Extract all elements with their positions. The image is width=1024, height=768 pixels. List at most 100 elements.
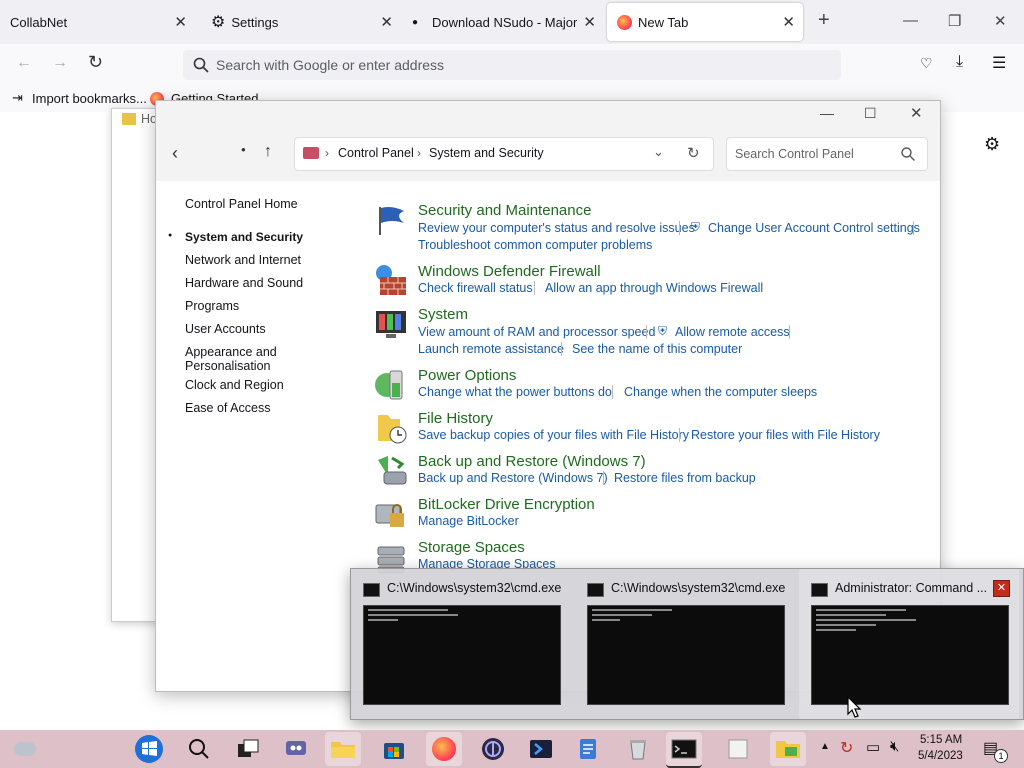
category-link[interactable]: See the name of this computer (572, 342, 742, 356)
weather-icon[interactable] (14, 742, 36, 756)
close-tab-icon[interactable]: ✕ (380, 13, 393, 31)
category-title[interactable]: BitLocker Drive Encryption (418, 496, 595, 513)
taskbar-cmd[interactable] (666, 732, 702, 768)
sidebar-item-control-panel-home[interactable]: Control Panel Home (185, 197, 298, 211)
close-tab-icon[interactable]: ✕ (174, 13, 187, 31)
browser-tab-bar: CollabNet ✕ ⚙ Settings ✕ ● Download NSud… (0, 0, 1024, 44)
search-icon[interactable] (901, 147, 915, 161)
category-link[interactable]: Allow remote access (675, 325, 790, 339)
taskbar-notepad[interactable] (570, 732, 606, 766)
search-button[interactable] (181, 732, 217, 766)
cmd-window-thumbnail[interactable]: C:\Windows\system32\cmd.exe (351, 569, 571, 719)
refresh-icon[interactable]: ↻ (687, 144, 700, 162)
task-view-icon (238, 739, 259, 757)
close-window-icon[interactable]: ✕ (910, 104, 923, 122)
category-link[interactable]: Troubleshoot common computer problems (418, 238, 652, 252)
close-window-icon[interactable]: ✕ (994, 12, 1007, 30)
category-link[interactable]: Restore your files with File History (691, 428, 880, 442)
cmd-icon (363, 583, 380, 597)
taskbar-firefox[interactable] (426, 732, 462, 766)
cmd-window-thumbnail[interactable]: C:\Windows\system32\cmd.exe (575, 569, 795, 719)
category-title[interactable]: Back up and Restore (Windows 7) (418, 453, 646, 470)
minimize-icon[interactable]: — (903, 12, 918, 29)
firewall-icon (376, 265, 406, 295)
category-title[interactable]: Storage Spaces (418, 539, 525, 556)
category-title[interactable]: Security and Maintenance (418, 202, 591, 219)
category-link[interactable]: Review your computer's status and resolv… (418, 221, 695, 235)
category-link[interactable]: Launch remote assistance (418, 342, 564, 356)
address-bar[interactable]: › Control Panel › System and Security ⌄ … (294, 137, 714, 171)
taskbar-file-explorer[interactable] (325, 732, 361, 766)
sidebar-item-user-accounts[interactable]: User Accounts (185, 322, 266, 336)
pocket-icon[interactable]: ♡ (920, 55, 933, 72)
category-title[interactable]: Power Options (418, 367, 516, 384)
category-link[interactable]: Save backup copies of your files with Fi… (418, 428, 689, 442)
tab-label: Download NSudo - MajorGeeks (432, 14, 578, 30)
taskbar-app[interactable] (475, 732, 511, 766)
category-link[interactable]: Change when the computer sleeps (624, 385, 817, 399)
tab-settings[interactable]: ⚙ Settings ✕ (211, 0, 401, 44)
minimize-icon[interactable]: — (820, 105, 834, 121)
close-tab-icon[interactable]: ✕ (782, 13, 795, 31)
admin-cmd-window-thumbnail[interactable]: Administrator: Command ... ✕ (799, 569, 1019, 719)
bookmark-import[interactable]: Import bookmarks... (32, 91, 147, 106)
category-title[interactable]: File History (418, 410, 493, 427)
sidebar-item-hardware[interactable]: Hardware and Sound (185, 276, 303, 290)
breadcrumb-system-security[interactable]: System and Security (429, 146, 544, 160)
volume-muted-icon[interactable]: 🔇︎ (890, 738, 899, 755)
clock-date[interactable]: 5/4/2023 (918, 750, 963, 762)
tab-download-nsudo[interactable]: ● Download NSudo - MajorGeeks ✕ (412, 0, 600, 44)
close-tab-icon[interactable]: ✕ (583, 13, 596, 31)
taskbar-powershell[interactable] (523, 732, 559, 766)
taskbar-recycle-bin[interactable] (620, 732, 656, 766)
sync-icon[interactable]: ↻ (840, 738, 853, 758)
category-title[interactable]: System (418, 306, 468, 323)
back-arrow-icon[interactable]: ← (16, 54, 32, 72)
control-panel-search[interactable]: Search Control Panel (726, 137, 928, 171)
category-link[interactable]: Change User Account Control settings (708, 221, 920, 235)
url-bar[interactable]: Search with Google or enter address (183, 50, 841, 80)
taskbar-control-panel[interactable] (770, 732, 806, 766)
category-link[interactable]: Change what the power buttons do (418, 385, 612, 399)
powershell-icon (530, 740, 552, 758)
taskbar-chat[interactable] (278, 732, 314, 766)
control-panel-icon (303, 147, 319, 159)
gear-icon[interactable]: ⚙ (984, 134, 1000, 155)
thumbnail-screen (811, 605, 1009, 705)
category-link[interactable]: Back up and Restore (Windows 7) (418, 471, 608, 485)
chevron-up-icon[interactable]: ▲ (820, 741, 830, 752)
category-link[interactable]: View amount of RAM and processor speed (418, 325, 655, 339)
menu-icon[interactable]: ☰ (992, 53, 1006, 73)
sidebar-item-programs[interactable]: Programs (185, 299, 239, 313)
sidebar-item-system-security[interactable]: System and Security (185, 230, 303, 244)
new-tab-icon[interactable]: + (818, 9, 830, 32)
tab-collabnet[interactable]: CollabNet ✕ (10, 0, 195, 44)
back-arrow-icon[interactable]: ‹ (172, 143, 178, 164)
tab-new-tab[interactable]: New Tab ✕ (607, 3, 803, 41)
breadcrumb-control-panel[interactable]: Control Panel (338, 146, 414, 160)
task-view-button[interactable] (230, 732, 266, 766)
sidebar-item-clock-region[interactable]: Clock and Region (185, 378, 284, 392)
up-arrow-icon[interactable]: ↑ (264, 143, 272, 161)
clock-time[interactable]: 5:15 AM (920, 734, 962, 746)
network-icon[interactable]: ▭ (866, 738, 880, 756)
reload-icon[interactable]: ↻ (88, 52, 103, 73)
start-button[interactable] (131, 732, 167, 766)
maximize-icon[interactable]: ☐ (864, 105, 877, 122)
forward-arrow-icon[interactable]: → (52, 54, 68, 72)
chevron-down-icon[interactable]: ⌄ (653, 144, 664, 160)
category-link[interactable]: Check firewall status (418, 281, 533, 295)
category-link[interactable]: Allow an app through Windows Firewall (545, 281, 763, 295)
taskbar-store[interactable] (376, 732, 412, 766)
sidebar-item-appearance[interactable]: Appearance and Personalisation (185, 345, 295, 373)
category-link[interactable]: Restore files from backup (614, 471, 756, 485)
close-thumbnail-icon[interactable]: ✕ (993, 580, 1010, 597)
taskbar-blank-app[interactable] (720, 732, 756, 766)
folder-clock-icon (378, 415, 407, 444)
category-title[interactable]: Windows Defender Firewall (418, 263, 601, 280)
restore-icon[interactable]: ❐ (948, 12, 961, 30)
category-link[interactable]: Manage BitLocker (418, 514, 519, 528)
sidebar-item-network[interactable]: Network and Internet (185, 253, 301, 267)
sidebar-item-ease-of-access[interactable]: Ease of Access (185, 401, 270, 415)
download-icon[interactable]: ⤓ (956, 53, 963, 71)
